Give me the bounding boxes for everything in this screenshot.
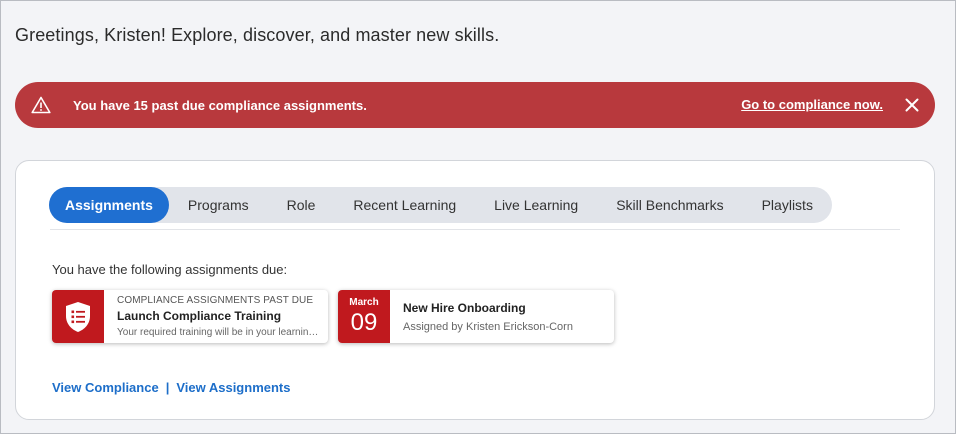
tab-divider [50,229,900,230]
tab-role[interactable]: Role [268,187,335,223]
learning-card: Assignments Programs Role Recent Learnin… [15,160,935,420]
footer-links: View Compliance | View Assignments [52,380,290,395]
tab-skill-benchmarks[interactable]: Skill Benchmarks [597,187,742,223]
go-to-compliance-link[interactable]: Go to compliance now. [741,97,883,112]
due-date-badge: March 09 [338,290,390,343]
compliance-assignment-card[interactable]: COMPLIANCE ASSIGNMENTS PAST DUE Launch C… [52,290,328,343]
warning-icon [31,96,51,114]
past-due-alert-banner: You have 15 past due compliance assignme… [15,82,935,128]
due-day: 09 [350,309,378,336]
view-compliance-link[interactable]: View Compliance [52,380,159,395]
tab-assignments[interactable]: Assignments [49,187,169,223]
onboarding-card-body: New Hire Onboarding Assigned by Kristen … [390,290,573,343]
onboarding-card-title: New Hire Onboarding [403,301,526,315]
due-month: March [349,297,379,308]
tab-bar: Assignments Programs Role Recent Learnin… [49,187,832,223]
view-assignments-link[interactable]: View Assignments [176,380,290,395]
close-icon[interactable] [905,98,919,112]
alert-message: You have 15 past due compliance assignme… [73,97,367,113]
compliance-shield-icon [66,301,90,332]
compliance-card-title: Launch Compliance Training [117,309,282,323]
tab-live-learning[interactable]: Live Learning [475,187,597,223]
tab-programs[interactable]: Programs [169,187,268,223]
tab-recent-learning[interactable]: Recent Learning [334,187,475,223]
assignments-due-label: You have the following assignments due: [52,262,288,277]
compliance-card-description: Your required training will be in your l… [117,327,323,338]
greeting-heading: Greetings, Kristen! Explore, discover, a… [15,25,500,45]
compliance-card-body: COMPLIANCE ASSIGNMENTS PAST DUE Launch C… [104,290,323,343]
tab-playlists[interactable]: Playlists [743,187,832,223]
onboarding-assignment-card[interactable]: March 09 New Hire Onboarding Assigned by… [338,290,614,343]
link-separator: | [165,380,170,395]
compliance-badge [52,290,104,343]
onboarding-card-assigned-by: Assigned by Kristen Erickson-Corn [403,321,573,333]
compliance-card-kicker: COMPLIANCE ASSIGNMENTS PAST DUE [117,295,314,306]
